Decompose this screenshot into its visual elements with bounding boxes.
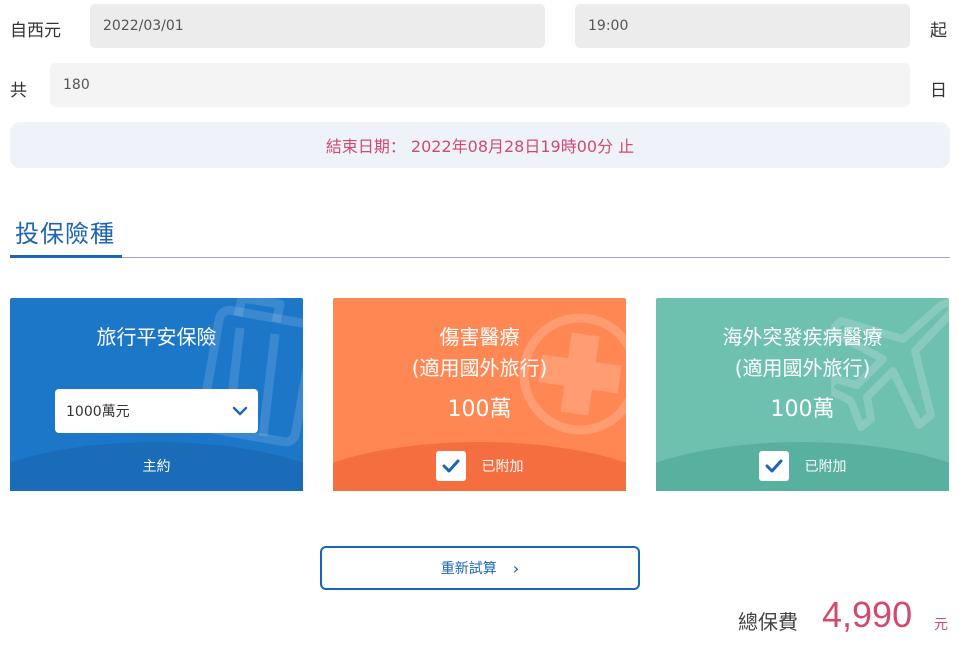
- injury-medical-attached-label: 已附加: [481, 459, 524, 475]
- total-premium-label: 總保費: [738, 610, 798, 634]
- card-injury-medical-title: 傷害醫療 (適用國外旅行): [333, 322, 626, 384]
- chevron-down-icon: [232, 406, 248, 416]
- card-overseas-illness-title: 海外突發疾病醫療 (適用國外旅行): [656, 322, 949, 384]
- start-date-field[interactable]: 2022/03/01: [90, 4, 545, 48]
- coverage-amount-select[interactable]: 1000萬元: [55, 389, 258, 433]
- recalculate-label: 重新試算: [440, 561, 497, 577]
- end-date-notice: 結束日期： 2022年08月28日19時00分 止: [10, 122, 950, 168]
- section-title-underline: [10, 255, 122, 258]
- duration-days-field[interactable]: 180: [50, 63, 910, 107]
- card-overseas-illness-title-line1: 海外突發疾病醫療: [722, 325, 883, 349]
- section-divider: [10, 257, 950, 258]
- card-injury-medical: 傷害醫療 (適用國外旅行) 100萬 已附加: [333, 298, 626, 491]
- card-travel-accident: 旅行平安保險 1000萬元 主約: [10, 298, 303, 491]
- start-label: 自西元: [10, 21, 61, 41]
- card-injury-medical-title-line2: (適用國外旅行): [411, 356, 548, 380]
- card-travel-accident-footer: 主約: [10, 448, 303, 484]
- card-overseas-illness: 海外突發疾病醫療 (適用國外旅行) 100萬 已附加: [656, 298, 949, 491]
- start-suffix-label: 起: [930, 21, 947, 41]
- card-injury-medical-title-line1: 傷害醫療: [439, 325, 520, 349]
- card-overseas-illness-title-line2: (適用國外旅行): [734, 356, 871, 380]
- section-title: 投保險種: [15, 220, 115, 248]
- checkmark-icon: [442, 459, 459, 473]
- injury-medical-checkbox[interactable]: [435, 451, 466, 481]
- coverage-amount-value: 1000萬元: [66, 404, 130, 420]
- main-contract-label: 主約: [142, 459, 171, 475]
- checkmark-icon: [765, 459, 782, 473]
- card-travel-accident-title: 旅行平安保險: [96, 325, 217, 349]
- card-overseas-illness-footer: 已附加: [656, 448, 949, 484]
- recalculate-button[interactable]: 重新試算 ›: [320, 546, 640, 590]
- duration-suffix-label: 日: [930, 81, 947, 101]
- chevron-right-icon: ›: [512, 558, 520, 578]
- overseas-illness-attached-label: 已附加: [804, 459, 847, 475]
- total-premium-unit: 元: [934, 617, 948, 633]
- card-injury-medical-footer: 已附加: [333, 448, 626, 484]
- duration-label: 共: [10, 81, 27, 101]
- overseas-illness-checkbox[interactable]: [758, 451, 789, 481]
- card-overseas-illness-amount: 100萬: [770, 397, 835, 422]
- total-premium-value: 4,990: [822, 594, 913, 635]
- start-time-field[interactable]: 19:00: [575, 4, 910, 48]
- card-injury-medical-amount: 100萬: [447, 397, 512, 422]
- end-date-text: 結束日期： 2022年08月28日19時00分 止: [325, 137, 635, 156]
